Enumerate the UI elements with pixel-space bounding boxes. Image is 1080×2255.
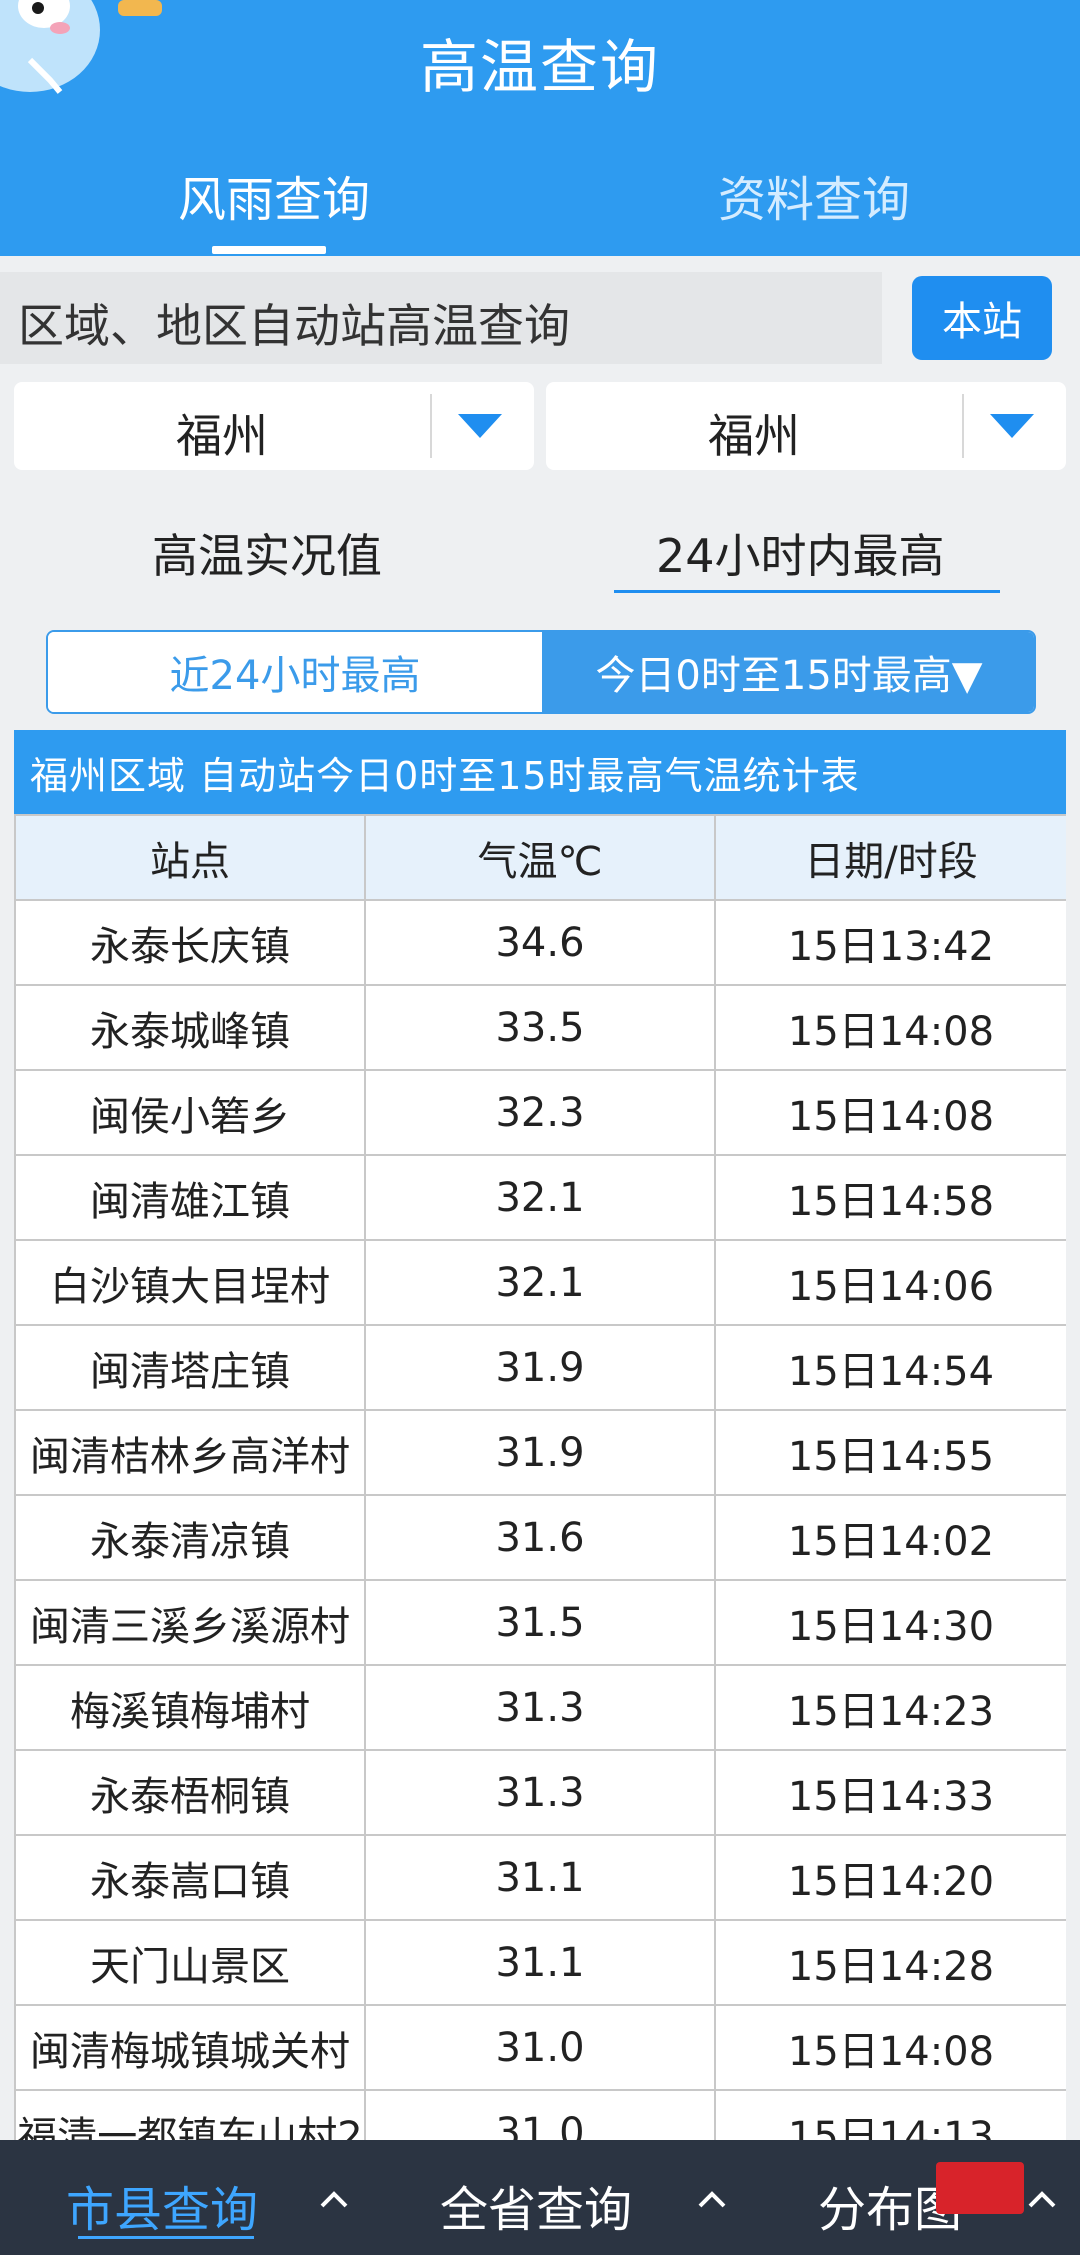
segment-today-0-15[interactable]: 今日0时至15时最高▼ [542, 632, 1034, 712]
cell-temperature: 32.1 [364, 1154, 716, 1241]
cell-station: 梅溪镇梅埔村 [14, 1664, 366, 1751]
cell-datetime: 15日14:20 [714, 1834, 1066, 1921]
cell-temperature: 31.0 [364, 2004, 716, 2091]
cell-temperature: 31.5 [364, 1579, 716, 1666]
select-divider [430, 394, 432, 458]
cell-datetime: 15日14:58 [714, 1154, 1066, 1241]
region-select-value: 福州 [176, 409, 268, 463]
cell-station: 永泰梧桐镇 [14, 1749, 366, 1836]
query-label: 区域、地区自动站高温查询 [18, 299, 570, 353]
area-select-value: 福州 [708, 409, 800, 463]
cell-temperature: 31.3 [364, 1749, 716, 1836]
table-row: 天门山景区 31.1 15日14:28 [14, 1919, 1066, 2006]
table-row: 闽清梅城镇城关村 31.0 15日14:08 [14, 2004, 1066, 2091]
cell-temperature: 31.1 [364, 1919, 716, 2006]
header-station: 站点 [14, 814, 366, 901]
table-row: 梅溪镇梅埔村 31.3 15日14:23 [14, 1664, 1066, 1751]
cell-station: 闽侯小箬乡 [14, 1069, 366, 1156]
temperature-table-container[interactable]: 福州区域 自动站今日0时至15时最高气温统计表 站点 气温℃ 日期/时段 永泰长… [14, 730, 1066, 2140]
table-row: 闽清塔庄镇 31.9 15日14:54 [14, 1324, 1066, 1411]
table-title: 福州区域 自动站今日0时至15时最高气温统计表 [14, 730, 1066, 814]
cell-station: 闽清塔庄镇 [14, 1324, 366, 1411]
cell-station: 白沙镇大目埕村 [14, 1239, 366, 1326]
table-row: 永泰嵩口镇 31.1 15日14:20 [14, 1834, 1066, 1921]
cell-station: 永泰清凉镇 [14, 1494, 366, 1581]
header-temperature: 气温℃ [364, 814, 716, 901]
table-row: 闽侯小箬乡 32.3 15日14:08 [14, 1069, 1066, 1156]
select-divider [962, 394, 964, 458]
cell-station: 闽清桔林乡高洋村 [14, 1409, 366, 1496]
cell-station: 永泰长庆镇 [14, 899, 366, 986]
cell-datetime: 15日13:42 [714, 899, 1066, 986]
table-row: 闽清桔林乡高洋村 31.9 15日14:55 [14, 1409, 1066, 1496]
cell-datetime: 15日14:08 [714, 2004, 1066, 2091]
table-row: 闽清三溪乡溪源村 31.5 15日14:30 [14, 1579, 1066, 1666]
app-header: 高温查询 风雨查询 资料查询 [0, 0, 1080, 256]
cell-temperature: 32.3 [364, 1069, 716, 1156]
table-row: 永泰城峰镇 33.5 15日14:08 [14, 984, 1066, 1071]
cell-station: 闽清三溪乡溪源村 [14, 1579, 366, 1666]
cell-datetime: 15日14:55 [714, 1409, 1066, 1496]
mode-tab-realtime[interactable]: 高温实况值 [152, 520, 382, 586]
nav-active-indicator [78, 2236, 254, 2239]
cell-temperature: 31.6 [364, 1494, 716, 1581]
nav-county-query[interactable]: 市县查询 [66, 2170, 258, 2240]
cell-temperature: 31.9 [364, 1324, 716, 1411]
cell-temperature: 31.9 [364, 1409, 716, 1496]
header-datetime: 日期/时段 [714, 814, 1066, 901]
cell-datetime: 15日14:54 [714, 1324, 1066, 1411]
cell-temperature: 34.6 [364, 899, 716, 986]
cell-temperature: 32.1 [364, 1239, 716, 1326]
cell-station: 闽清梅城镇城关村 [14, 2004, 366, 2091]
chevron-up-icon[interactable] [318, 2188, 350, 2210]
temperature-table: 站点 气温℃ 日期/时段 永泰长庆镇 34.6 15日13:42 永泰城峰镇 3… [14, 814, 1066, 2140]
time-range-segment: 近24小时最高 今日0时至15时最高▼ [46, 630, 1036, 714]
bottom-nav: 市县查询 全省查询 分布图 [0, 2140, 1080, 2255]
region-select[interactable]: 福州 [14, 382, 534, 470]
cell-datetime: 15日14:08 [714, 1069, 1066, 1156]
cell-datetime: 15日14:02 [714, 1494, 1066, 1581]
cell-datetime: 15日14:28 [714, 1919, 1066, 2006]
cell-temperature: 33.5 [364, 984, 716, 1071]
table-header-row: 站点 气温℃ 日期/时段 [14, 814, 1066, 901]
cell-datetime: 15日14:30 [714, 1579, 1066, 1666]
segment-last-24h[interactable]: 近24小时最高 [48, 632, 542, 712]
table-row: 永泰梧桐镇 31.3 15日14:33 [14, 1749, 1066, 1836]
table-row: 福清一都镇东山村2 31.0 15日14:13 [14, 2089, 1066, 2140]
cell-station: 永泰城峰镇 [14, 984, 366, 1071]
area-select[interactable]: 福州 [546, 382, 1066, 470]
cell-datetime: 15日14:23 [714, 1664, 1066, 1751]
cell-temperature: 31.1 [364, 1834, 716, 1921]
cell-station: 天门山景区 [14, 1919, 366, 2006]
mode-tab-indicator [614, 590, 1000, 593]
cell-datetime: 15日14:08 [714, 984, 1066, 1071]
table-row: 永泰长庆镇 34.6 15日13:42 [14, 899, 1066, 986]
cell-temperature: 31.0 [364, 2089, 716, 2140]
cell-station: 福清一都镇东山村2 [14, 2089, 366, 2140]
tab-wind-rain[interactable]: 风雨查询 [178, 160, 370, 230]
dropdown-arrow-icon [458, 414, 502, 438]
cell-datetime: 15日14:06 [714, 1239, 1066, 1326]
dropdown-arrow-icon [990, 414, 1034, 438]
mode-tab-24h-max[interactable]: 24小时内最高 [656, 520, 945, 586]
cell-datetime: 15日14:13 [714, 2089, 1066, 2140]
page-title: 高温查询 [419, 33, 660, 101]
table-row: 永泰清凉镇 31.6 15日14:02 [14, 1494, 1066, 1581]
station-button[interactable]: 本站 [912, 276, 1052, 360]
query-bar: 区域、地区自动站高温查询 [0, 272, 882, 364]
watermark-logo [936, 2162, 1024, 2214]
cell-station: 永泰嵩口镇 [14, 1834, 366, 1921]
cell-temperature: 31.3 [364, 1664, 716, 1751]
chevron-up-icon[interactable] [696, 2188, 728, 2210]
tab-data[interactable]: 资料查询 [718, 160, 910, 230]
table-row: 闽清雄江镇 32.1 15日14:58 [14, 1154, 1066, 1241]
active-tab-indicator [212, 246, 326, 254]
cell-station: 闽清雄江镇 [14, 1154, 366, 1241]
chevron-up-icon[interactable] [1026, 2188, 1058, 2210]
cell-datetime: 15日14:33 [714, 1749, 1066, 1836]
table-row: 白沙镇大目埕村 32.1 15日14:06 [14, 1239, 1066, 1326]
nav-province-query[interactable]: 全省查询 [440, 2170, 632, 2240]
